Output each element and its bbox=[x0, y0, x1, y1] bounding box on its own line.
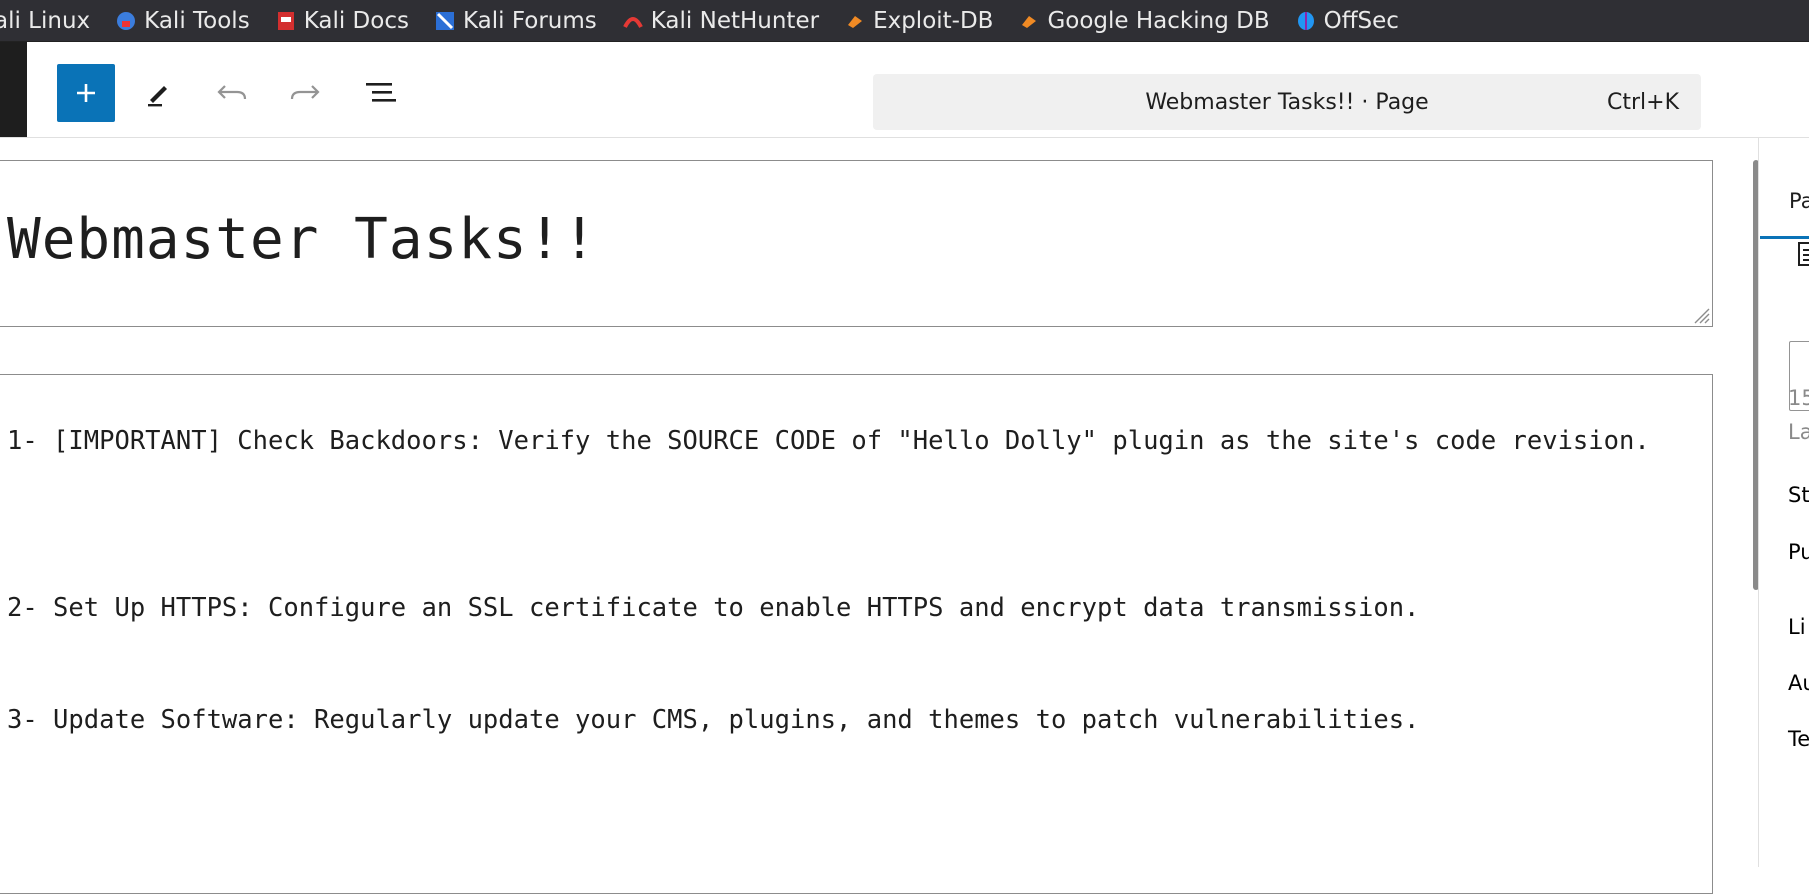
command-palette-bar[interactable]: Webmaster Tasks!! · Page Ctrl+K bbox=[873, 74, 1701, 130]
sidebar-author-label: Au bbox=[1788, 671, 1809, 695]
bookmark-offsec[interactable]: OffSec bbox=[1296, 0, 1399, 41]
edit-mode-button[interactable] bbox=[130, 65, 188, 121]
resize-grip-icon[interactable] bbox=[1692, 306, 1710, 324]
kali-tools-icon bbox=[117, 11, 136, 30]
kali-docs-icon bbox=[277, 11, 294, 30]
bookmark-kali-linux[interactable]: ali Linux bbox=[0, 0, 90, 41]
exploit-db-icon bbox=[848, 15, 863, 28]
kali-nethunter-icon bbox=[622, 16, 643, 28]
bookmark-label: Kali Tools bbox=[144, 7, 250, 34]
bookmark-label: Exploit-DB bbox=[873, 7, 994, 34]
site-icon-strip[interactable] bbox=[0, 42, 27, 137]
page-icon bbox=[1798, 242, 1809, 266]
tab-page[interactable]: Pa bbox=[1789, 189, 1809, 213]
sidebar-meta-line-1: 15 bbox=[1788, 386, 1809, 410]
sidebar-meta-line-2: La bbox=[1788, 420, 1809, 444]
offsec-icon bbox=[1297, 11, 1314, 30]
redo-icon bbox=[290, 85, 320, 100]
bookmark-kali-docs[interactable]: Kali Docs bbox=[276, 0, 409, 41]
command-title: Webmaster Tasks!! · Page bbox=[1145, 89, 1429, 115]
bookmark-label: Kali Forums bbox=[462, 7, 597, 34]
sidebar-status-label: St bbox=[1788, 483, 1809, 507]
bookmark-label: ali Linux bbox=[0, 7, 91, 34]
page-title-field[interactable]: Webmaster Tasks!! bbox=[0, 160, 1713, 327]
kali-forums-icon bbox=[435, 11, 454, 30]
task-item-1: 1- [IMPORTANT] Check Backdoors: Verify t… bbox=[7, 426, 1650, 456]
bookmark-label: Google Hacking DB bbox=[1047, 7, 1270, 34]
bookmark-kali-forums[interactable]: Kali Forums bbox=[435, 0, 597, 41]
bookmark-google-hacking-db[interactable]: Google Hacking DB bbox=[1019, 0, 1270, 41]
bookmark-exploit-db[interactable]: Exploit-DB bbox=[845, 0, 993, 41]
document-overview-button[interactable] bbox=[352, 65, 410, 121]
bookmark-label: OffSec bbox=[1323, 7, 1399, 34]
undo-button[interactable] bbox=[203, 65, 261, 121]
page-title: Webmaster Tasks!! bbox=[7, 207, 598, 272]
bookmark-kali-tools[interactable]: Kali Tools bbox=[116, 0, 250, 41]
list-view-icon bbox=[366, 83, 396, 102]
bookmark-label: Kali NetHunter bbox=[650, 7, 820, 34]
undo-icon bbox=[217, 85, 247, 100]
bookmark-label: Kali Docs bbox=[303, 7, 409, 34]
editor-canvas: Webmaster Tasks!! 1- [IMPORTANT] Check B… bbox=[0, 138, 1756, 894]
bookmark-kali-nethunter[interactable]: Kali NetHunter bbox=[622, 0, 820, 41]
sidebar-publish-label: Pu bbox=[1788, 540, 1809, 564]
sidebar-template-label: Te bbox=[1788, 727, 1809, 751]
task-item-2: 2- Set Up HTTPS: Configure an SSL certif… bbox=[7, 593, 1420, 623]
plus-icon bbox=[77, 84, 95, 102]
page-content-field[interactable]: 1- [IMPORTANT] Check Backdoors: Verify t… bbox=[0, 374, 1713, 894]
active-tab-indicator bbox=[1760, 236, 1809, 239]
bookmarks-bar: ali Linux Kali Tools Kali Docs Kali Foru… bbox=[0, 0, 1809, 42]
task-item-3: 3- Update Software: Regularly update you… bbox=[7, 705, 1420, 735]
add-block-button[interactable] bbox=[57, 64, 115, 122]
pencil-icon bbox=[148, 86, 167, 107]
command-shortcut: Ctrl+K bbox=[1606, 89, 1679, 115]
editor-toolbar: Webmaster Tasks!! · Page Ctrl+K bbox=[0, 42, 1809, 138]
ghdb-icon bbox=[1022, 15, 1037, 28]
redo-button[interactable] bbox=[276, 65, 334, 121]
sidebar-link-label: Li bbox=[1788, 615, 1806, 639]
